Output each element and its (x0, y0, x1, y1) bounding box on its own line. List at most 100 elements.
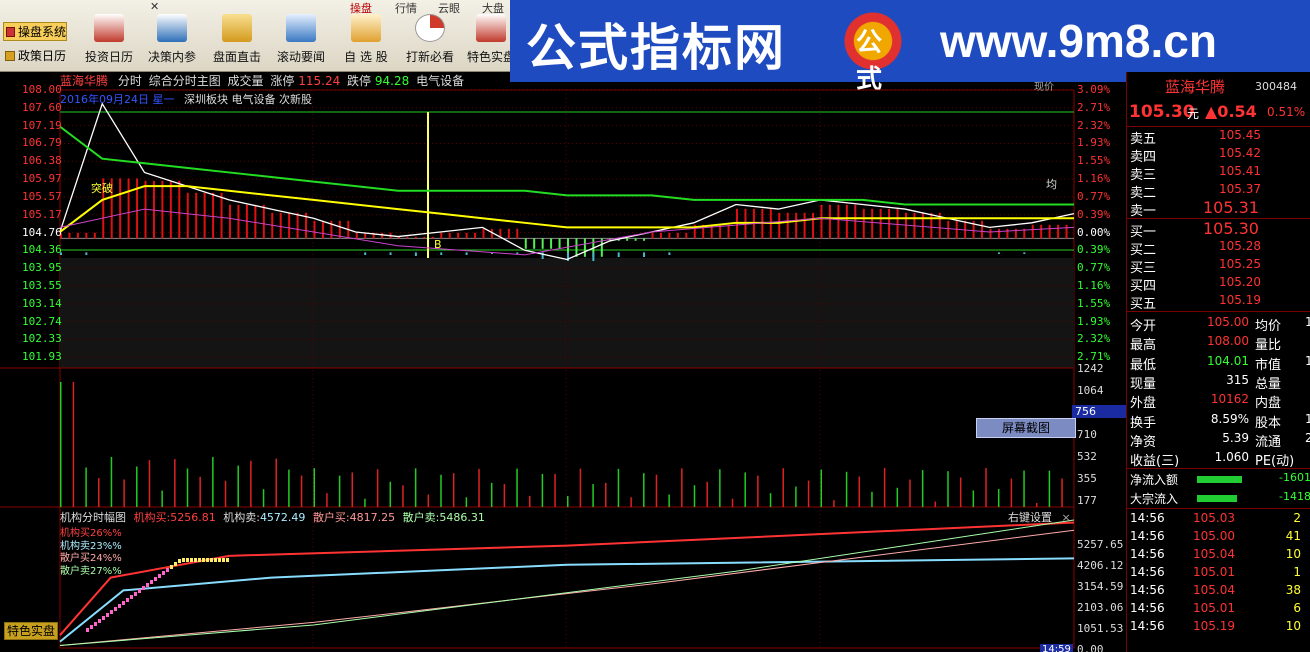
nav-index[interactable]: 大盘 (482, 0, 504, 15)
bid-row[interactable]: 买四 105.20 (1127, 275, 1310, 294)
price-tick-label: 105.17 (22, 207, 62, 221)
volume-bar (605, 482, 607, 507)
volume-bar (871, 491, 873, 507)
close-icon[interactable]: × (1062, 511, 1071, 524)
volume-bar (262, 489, 265, 507)
stat-row[interactable]: 收益(三) 1.060 PE(动) (1127, 450, 1310, 469)
subchart-marker (186, 558, 189, 562)
ask-row[interactable]: 卖五 105.45 (1127, 128, 1310, 147)
chart-template[interactable]: 综合分时主图 (149, 74, 221, 88)
bid-row[interactable]: 买二 105.28 (1127, 239, 1310, 258)
ask-row[interactable]: 卖一 105.31 (1127, 198, 1310, 219)
momentum-bar (178, 180, 181, 239)
chart-current-label: 现价 (1034, 82, 1054, 93)
volume-bar (731, 498, 734, 507)
volume-bar (921, 470, 924, 507)
momentum-bar (229, 204, 231, 239)
bid-row[interactable]: 买三 105.25 (1127, 257, 1310, 276)
volume-bar (693, 485, 696, 507)
stat-row[interactable]: 外盘 10162 内盘 (1127, 392, 1310, 411)
featured-button[interactable]: 特色实盘 (466, 14, 516, 70)
nav-cloud[interactable]: 云眼 (438, 0, 460, 15)
news-window-icon (286, 14, 316, 42)
momentum-bar (93, 232, 96, 239)
rolling-news-button[interactable]: 滚动要闻 (273, 14, 329, 70)
market-direct-button[interactable]: 盘面直击 (209, 14, 265, 70)
tick-row[interactable]: 14:56 105.04 10 (1127, 547, 1310, 565)
stat-row[interactable]: 最高 108.00 量比 (1127, 334, 1310, 353)
decision-button[interactable]: 决策内参 (145, 14, 199, 70)
watermark-url: www.9m8.cn (940, 15, 1217, 67)
tick-row[interactable]: 14:56 105.00 41 (1127, 529, 1310, 547)
tick-volume: 10 (1285, 547, 1301, 561)
system-button[interactable]: 操盘系统 (3, 22, 67, 41)
momentum-bar (1040, 224, 1043, 239)
flow-row[interactable]: 大宗流入 -1418 (1127, 490, 1310, 508)
momentum-bar (533, 238, 536, 249)
chart-panel[interactable]: 蓝海华腾 分时 综合分时主图 成交量 涨停 115.24 跌停 94.28 电气… (0, 72, 1126, 652)
tick-row[interactable]: 14:56 105.01 6 (1127, 601, 1310, 619)
subchart-marker (162, 571, 165, 575)
flow-bar (997, 252, 1000, 254)
featured-bottom-button[interactable]: 特色实盘 (4, 622, 58, 640)
intraday-chart[interactable] (0, 72, 1126, 652)
separator (1127, 508, 1310, 509)
momentum-bar (997, 228, 1000, 239)
ask-row[interactable]: 卖四 105.42 (1127, 146, 1310, 165)
tick-row[interactable]: 14:56 105.04 38 (1127, 583, 1310, 601)
momentum-bar (423, 236, 426, 239)
pct-tick-label: 2.32% (1077, 118, 1111, 132)
screenshot-popup-label[interactable]: 屏幕截图 (1002, 421, 1050, 435)
chart-limit-up: 115.24 (298, 74, 341, 88)
volume-bar (250, 460, 252, 507)
chart-subheader: 2016年09月24日 星一 深圳板块 电气设备 次新股 (60, 91, 312, 107)
stat-row[interactable]: 现量 315 总量 (1127, 373, 1310, 392)
invest-calendar-button[interactable]: 投资日历 (82, 14, 136, 70)
flow-row[interactable]: 净流入额 -1601 (1127, 471, 1310, 489)
stat-row[interactable]: 净资 5.39 流通 2 (1127, 431, 1310, 450)
pct-tick-label: 1.93% (1077, 314, 1111, 328)
stat-row[interactable]: 最低 104.01 市值 1 (1127, 354, 1310, 373)
volume-bar (490, 482, 493, 507)
tick-row[interactable]: 14:56 105.19 10 (1127, 619, 1310, 637)
stat-row[interactable]: 今开 105.00 均价 1 (1127, 315, 1310, 334)
price-tick-label: 105.57 (22, 189, 62, 203)
stat-row[interactable]: 换手 8.59% 股本 1 (1127, 412, 1310, 431)
nav-trade[interactable]: 操盘 (350, 0, 372, 15)
subchart-settings-label[interactable]: 右键设置 (1008, 511, 1052, 524)
momentum-bar (457, 232, 460, 239)
flow-bar (643, 252, 646, 257)
volume-bar (769, 493, 772, 507)
momentum-bar (575, 238, 578, 257)
bid-price: 105.30 (1203, 219, 1259, 238)
volume-bar (364, 498, 366, 507)
chart-mode[interactable]: 分时 (118, 74, 142, 88)
subchart-tick-label: 3154.59 (1077, 580, 1124, 593)
pct-tick-label: 1.93% (1077, 136, 1111, 150)
ipo-label: 打新必看 (405, 50, 454, 64)
subchart-tick-label: 1051.53 (1077, 622, 1124, 635)
subchart-marker (182, 558, 185, 562)
bid-price: 105.25 (1219, 257, 1261, 271)
bid-row[interactable]: 买一 105.30 (1127, 219, 1310, 240)
bid-row[interactable]: 买五 105.19 (1127, 293, 1310, 312)
subchart-settings[interactable]: 右键设置 × (1008, 509, 1071, 525)
ask-label: 卖二 (1130, 186, 1157, 201)
screenshot-popup[interactable]: 屏幕截图 (976, 418, 1076, 438)
ask-row[interactable]: 卖三 105.41 (1127, 164, 1310, 183)
price-tick-label: 102.74 (22, 314, 62, 328)
tick-row[interactable]: 14:56 105.01 1 (1127, 565, 1310, 583)
nav-quote[interactable]: 行情 (395, 0, 417, 15)
chart-book-icon (157, 14, 187, 42)
chart-limit-up-label: 涨停 (270, 74, 295, 88)
subchart-marker (106, 613, 109, 617)
tick-row[interactable]: 14:56 105.03 2 (1127, 511, 1310, 529)
ipo-button[interactable]: 打新必看 (402, 14, 458, 70)
retail-sell-label: 散户卖: (402, 511, 440, 524)
watchlist-button[interactable]: 自 选 股 (338, 14, 394, 70)
policy-calendar-button[interactable]: 政策日历 (3, 46, 67, 65)
volume-tick-label: 1064 (1077, 384, 1104, 397)
tick-price: 105.00 (1193, 529, 1235, 543)
legend-retail-sell: 散户卖27%% (60, 565, 122, 577)
bid-price: 105.19 (1219, 293, 1261, 307)
